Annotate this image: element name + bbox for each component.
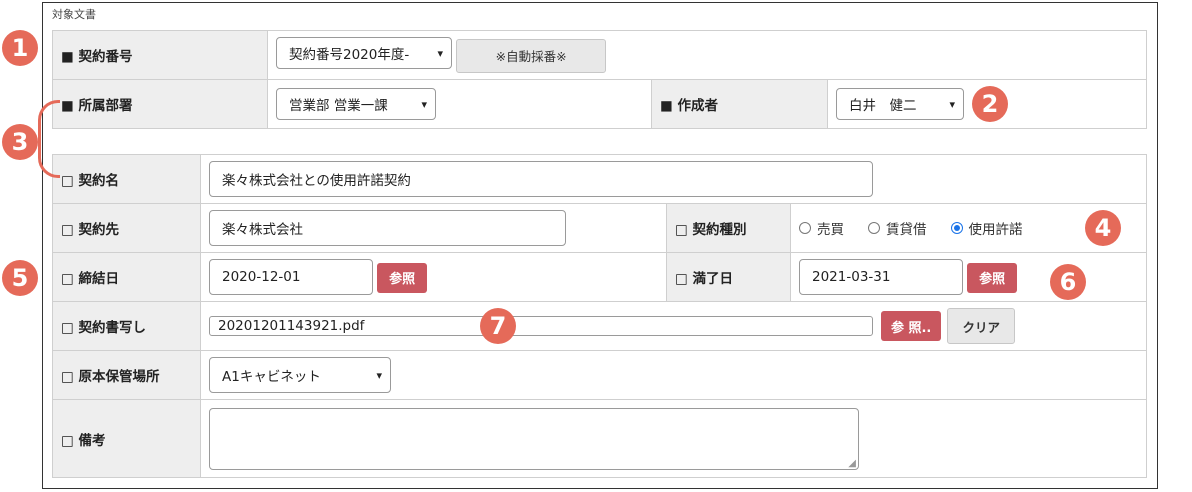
row-remarks: □ 備考 ◢	[52, 399, 1147, 478]
callout-badge-4: 4	[1085, 210, 1121, 246]
callout-badge-3: 3	[2, 124, 38, 160]
row-storage: □ 原本保管場所 A1キャビネット ▾	[52, 350, 1147, 400]
callout-badge-2: 2	[972, 86, 1008, 122]
counterparty-label: □ 契約先	[52, 203, 201, 253]
contract-copy-file-field[interactable]: 20201201143921.pdf	[209, 315, 873, 336]
section-title: 対象文書	[52, 8, 96, 21]
contract-copy-clear-button[interactable]: クリア	[947, 308, 1016, 344]
contract-type-radio-group: 売買 賃貸借 使用許諾	[799, 218, 1047, 238]
counterparty-input[interactable]: 楽々株式会社	[209, 210, 566, 246]
chevron-down-icon: ▾	[376, 368, 382, 382]
radio-circle-icon	[799, 222, 811, 234]
contract-number-label: ■ 契約番号	[52, 30, 268, 80]
callout-badge-6: 6	[1050, 264, 1086, 300]
contract-copy-browse-button[interactable]: 参 照..	[881, 311, 942, 341]
conclusion-date-input[interactable]: 2020-12-01	[209, 259, 373, 295]
author-label: ■ 作成者	[651, 79, 828, 129]
callout-badge-1: 1	[2, 30, 38, 66]
radio-circle-icon	[868, 222, 880, 234]
chevron-down-icon: ▾	[437, 46, 443, 60]
conclusion-date-ref-button[interactable]: 参照	[377, 262, 428, 293]
row-counterparty: □ 契約先 楽々株式会社 □ 契約種別 売買 賃貸借 使用許諾	[52, 203, 1147, 253]
contract-name-label: □ 契約名	[52, 154, 201, 204]
contract-name-input[interactable]: 楽々株式会社との使用許諾契約	[209, 161, 873, 197]
dept-label: ■ 所属部署	[52, 79, 268, 129]
callout-badge-7: 7	[480, 308, 516, 344]
remarks-textarea[interactable]: ◢	[209, 407, 859, 470]
detail-table: □ 契約名 楽々株式会社との使用許諾契約 □ 契約先 楽々株式会社 □ 契約種別…	[52, 154, 1147, 478]
auto-number-button[interactable]: ※自動採番※	[456, 38, 607, 73]
row-dates: □ 締結日 2020-12-01 参照 □ 満了日 2021-03-31 参照	[52, 252, 1147, 302]
callout-badge-5: 5	[2, 260, 38, 296]
remarks-label: □ 備考	[52, 399, 201, 478]
storage-label: □ 原本保管場所	[52, 350, 201, 400]
chevron-down-icon: ▾	[421, 97, 427, 111]
radio-selected-icon	[950, 222, 963, 234]
row-contract-number: ■ 契約番号 契約番号2020年度- ▾ ※自動採番※	[52, 30, 1148, 80]
contract-copy-label: □ 契約書写し	[52, 301, 201, 351]
radio-lease[interactable]: 賃貸借	[868, 218, 927, 238]
author-select[interactable]: 白井 健二 ▾	[836, 88, 964, 120]
expiry-date-input[interactable]: 2021-03-31	[799, 259, 963, 295]
chevron-down-icon: ▾	[949, 97, 955, 111]
radio-license[interactable]: 使用許諾	[950, 218, 1023, 238]
contract-type-label: □ 契約種別	[666, 203, 791, 253]
storage-select[interactable]: A1キャビネット ▾	[209, 357, 391, 393]
dept-select[interactable]: 営業部 営業一課 ▾	[276, 88, 436, 120]
row-contract-name: □ 契約名 楽々株式会社との使用許諾契約	[52, 154, 1147, 204]
conclusion-date-label: □ 締結日	[52, 252, 201, 302]
resize-grip-icon[interactable]: ◢	[848, 458, 856, 469]
contract-number-select[interactable]: 契約番号2020年度- ▾	[276, 37, 452, 70]
expiry-date-ref-button[interactable]: 参照	[967, 262, 1018, 293]
callout-bracket	[38, 100, 60, 178]
expiry-date-label: □ 満了日	[666, 252, 791, 302]
row-contract-copy: □ 契約書写し 20201201143921.pdf 参 照.. クリア	[52, 301, 1147, 351]
radio-sale[interactable]: 売買	[799, 218, 844, 238]
